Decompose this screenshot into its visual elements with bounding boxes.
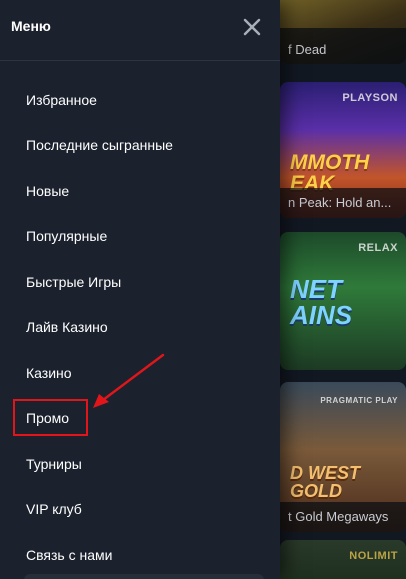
provider-logo: NOLIMIT xyxy=(349,550,398,562)
menu-item-new[interactable]: Новые xyxy=(0,168,280,214)
bottom-bar xyxy=(24,574,264,579)
menu-item-label: Последние сыгранные xyxy=(26,137,173,154)
menu-item-label: Лайв Казино xyxy=(26,319,108,336)
menu-item-label: Избранное xyxy=(26,91,97,108)
menu-item-promo[interactable]: Промо xyxy=(0,396,280,442)
menu-item-tournaments[interactable]: Турниры xyxy=(0,441,280,487)
menu-item-fast-games[interactable]: Быстрые Игры xyxy=(0,259,280,305)
game-art-title: NET AINS xyxy=(290,274,353,330)
menu-item-label: Казино xyxy=(26,364,72,381)
divider xyxy=(0,60,280,61)
menu-item-label: Связь с нами xyxy=(26,546,113,563)
menu-item-vip-club[interactable]: VIP клуб xyxy=(0,487,280,533)
menu-item-label: Промо xyxy=(26,410,70,427)
game-title: n Peak: Hold an... xyxy=(280,188,406,218)
game-tile[interactable]: NOLIMIT xyxy=(280,540,406,579)
provider-logo: PRAGMATIC PLAY xyxy=(320,396,398,405)
menu-item-live-casino[interactable]: Лайв Казино xyxy=(0,305,280,351)
game-title: t Gold Megaways xyxy=(280,502,406,532)
menu-title: Меню xyxy=(11,18,51,34)
menu-item-recently-played[interactable]: Последние сыгранные xyxy=(0,123,280,169)
provider-logo: PLAYSON xyxy=(342,92,398,104)
game-tile[interactable]: RELAX NET AINS xyxy=(280,232,406,370)
game-tile[interactable]: PLAYSON MMOTH EAK n Peak: Hold an... xyxy=(280,82,406,218)
menu-item-label: VIP клуб xyxy=(26,501,82,518)
game-title: f Dead xyxy=(280,28,406,64)
menu-item-favorites[interactable]: Избранное xyxy=(0,77,280,123)
side-menu: Меню Избранное Последние сыгранные Новые… xyxy=(0,0,280,579)
menu-item-label: Быстрые Игры xyxy=(26,273,122,290)
games-grid: f Dead PLAYSON MMOTH EAK n Peak: Hold an… xyxy=(280,0,406,579)
menu-item-contact-us[interactable]: Связь с нами xyxy=(0,532,280,578)
menu-list: Избранное Последние сыгранные Новые Попу… xyxy=(0,77,280,578)
close-icon xyxy=(243,18,261,36)
menu-item-label: Турниры xyxy=(26,455,82,472)
menu-item-casino[interactable]: Казино xyxy=(0,350,280,396)
close-button[interactable] xyxy=(238,13,266,41)
menu-item-popular[interactable]: Популярные xyxy=(0,214,280,260)
provider-logo: RELAX xyxy=(358,242,398,254)
menu-item-label: Популярные xyxy=(26,228,108,245)
game-art-title: D WEST GOLD xyxy=(290,463,360,501)
menu-item-label: Новые xyxy=(26,182,70,199)
game-tile[interactable]: PRAGMATIC PLAY D WEST GOLD t Gold Megawa… xyxy=(280,382,406,532)
menu-header: Меню xyxy=(0,0,280,56)
game-tile[interactable]: f Dead xyxy=(280,0,406,64)
